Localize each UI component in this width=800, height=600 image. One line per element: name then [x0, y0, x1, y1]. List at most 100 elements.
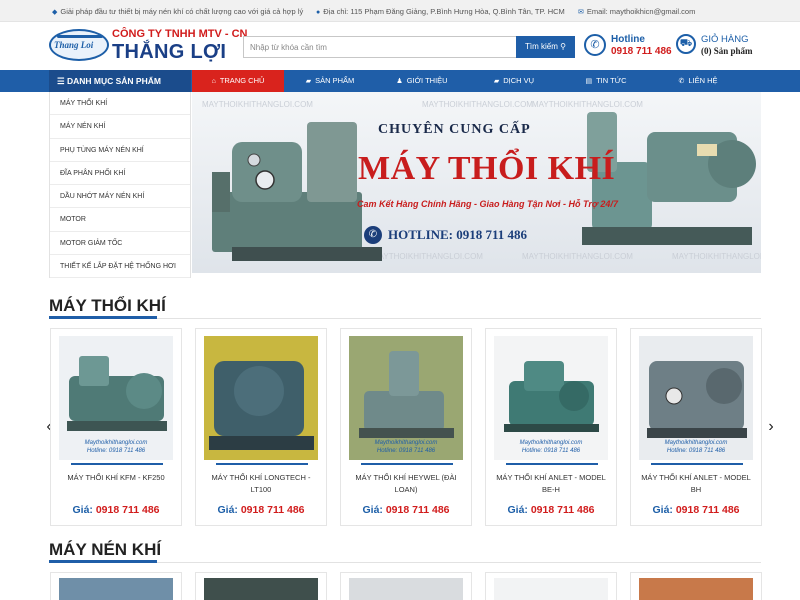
product-card[interactable]: Maythoikhithangloi.com Hotline: 0918 711… [50, 328, 182, 526]
product-image[interactable]: Maythoikhithangloi.com Hotline: 0918 711… [494, 336, 608, 460]
left-blower-illustration [212, 122, 382, 261]
site-header: Thang Loi CÔNG TY TNHH MTV - CN THẮNG LỢ… [0, 22, 800, 70]
image-watermark: Maythoikhithangloi.com [519, 440, 583, 446]
price-label: Giá: [217, 504, 238, 516]
top-info-bar: ◆ Giải pháp đầu tư thiết bị máy nén khí c… [0, 0, 800, 22]
search-input[interactable] [243, 36, 517, 58]
email[interactable]: ✉ Email: maythoikhicn@gmail.com [578, 7, 695, 16]
product-card[interactable] [340, 572, 472, 600]
company-name[interactable]: THẮNG LỢI [112, 41, 226, 64]
cart-label[interactable]: GIỎ HÀNG [701, 34, 749, 45]
product-card[interactable]: Maythoikhithangloi.com Hotline: 0918 711… [485, 328, 617, 526]
product-image[interactable]: Maythoikhithangloi.com Hotline: 0918 711… [349, 336, 463, 460]
truck-icon: ▰ [305, 78, 312, 85]
product-image[interactable] [204, 578, 318, 600]
product-name[interactable]: MÁY THỔI KHÍ ANLET - MODEL BE-H [486, 472, 616, 496]
nav-home-label: TRANG CHỦ [219, 76, 265, 85]
phone-icon: ✆ [678, 78, 685, 85]
search-button[interactable]: Tìm kiếm ⚲ [516, 36, 575, 58]
banner-tagline: Cam Kết Hàng Chính Hãng - Giao Hàng Tận … [357, 199, 618, 209]
email-text[interactable]: Email: maythoikhicn@gmail.com [587, 7, 695, 16]
nav-home[interactable]: ⌂ TRANG CHỦ [192, 70, 284, 92]
sidebar-item-dau-nhot[interactable]: DẦU NHỚT MÁY NÉN KHÍ [50, 185, 190, 209]
nav-services-label: DỊCH VỤ [503, 76, 535, 85]
section-underline [49, 316, 157, 319]
category-menu-toggle[interactable]: ☰ DANH MỤC SẢN PHẨM [49, 70, 191, 92]
image-watermark: Maythoikhithangloi.com [374, 440, 438, 446]
sidebar-item-dia-phan-phoi[interactable]: ĐĨA PHÂN PHỐI KHÍ [50, 162, 190, 186]
image-watermark: Maythoikhithangloi.com [84, 440, 148, 446]
info-icon: ◆ [52, 9, 58, 16]
hero-banner[interactable]: MAYTHOIKHITHANGLOI.COM MAYTHOIKHITHANGLO… [192, 92, 761, 273]
product-card[interactable] [50, 572, 182, 600]
main-nav: ☰ DANH MỤC SẢN PHẨM ⌂ TRANG CHỦ ▰ SẢN PHẨM… [0, 70, 800, 92]
product-card[interactable]: Maythoikhithangloi.com Hotline: 0918 711… [630, 328, 762, 526]
hotline-number[interactable]: 0918 711 486 [611, 46, 672, 57]
sidebar-item-may-nen-khi[interactable]: MÁY NÉN KHÍ [50, 115, 190, 139]
image-watermark-phone: Hotline: 0918 711 486 [521, 448, 581, 454]
nav-news[interactable]: ▤ TIN TỨC [560, 70, 652, 92]
product-price: Giá: 0918 711 486 [196, 504, 326, 516]
nav-contact-label: LIÊN HỆ [688, 76, 718, 85]
product-image[interactable] [59, 578, 173, 600]
product-card[interactable]: Maythoikhithangloi.com Hotline: 0918 711… [340, 328, 472, 526]
product-card[interactable]: MÁY THỔI KHÍ LONGTECH - LT100 Giá: 0918 … [195, 328, 327, 526]
product-price: Giá: 0918 711 486 [341, 504, 471, 516]
product-image[interactable]: Maythoikhithangloi.com Hotline: 0918 711… [639, 336, 753, 460]
hotline-label: Hotline [611, 34, 645, 45]
price-value: 0918 711 486 [385, 504, 450, 516]
section-title-may-thoi-khi[interactable]: MÁY THỔI KHÍ [49, 296, 166, 316]
price-value: 0918 711 486 [240, 504, 305, 516]
sidebar-item-motor-giam-toc[interactable]: MOTOR GIẢM TỐC [50, 232, 190, 256]
price-label: Giá: [362, 504, 383, 516]
carousel-next-icon[interactable]: › [765, 418, 777, 436]
price-label: Giá: [72, 504, 93, 516]
nav-products[interactable]: ▰ SẢN PHẨM [284, 70, 376, 92]
card-divider [71, 463, 163, 465]
newspaper-icon: ▤ [585, 78, 593, 85]
banner-supply-text: CHUYÊN CUNG CẤP [378, 122, 531, 137]
nav-about[interactable]: ♟ GIỚI THIỆU [376, 70, 468, 92]
product-image[interactable] [494, 578, 608, 600]
card-divider [651, 463, 743, 465]
product-name[interactable]: MÁY THỔI KHÍ LONGTECH - LT100 [196, 472, 326, 496]
search-icon: ⚲ [560, 42, 566, 51]
truck-icon: ▰ [493, 78, 500, 85]
cart-icon[interactable]: ⛟ [676, 34, 696, 54]
sidebar-item-thiet-ke[interactable]: THIẾT KẾ LẮP ĐẶT HỆ THỐNG HƠI [50, 255, 190, 279]
product-image[interactable] [204, 336, 318, 460]
sidebar-item-may-thoi-khi[interactable]: MÁY THỔI KHÍ [50, 92, 190, 116]
mail-icon: ✉ [578, 9, 584, 16]
map-pin-icon: ● [316, 9, 321, 16]
image-watermark-phone: Hotline: 0918 711 486 [666, 448, 726, 454]
nav-services[interactable]: ▰ DỊCH VỤ [468, 70, 560, 92]
cart-count[interactable]: (0) Sản phẩm [701, 46, 753, 56]
card-divider [361, 463, 453, 465]
image-watermark: Maythoikhithangloi.com [664, 440, 728, 446]
image-watermark-phone: Hotline: 0918 711 486 [376, 448, 436, 454]
category-sidebar: MÁY THỔI KHÍ MÁY NÉN KHÍ PHỤ TÙNG MÁY NÉ… [49, 92, 191, 279]
sidebar-item-motor[interactable]: MOTOR [50, 208, 190, 232]
product-price: Giá: 0918 711 486 [51, 504, 181, 516]
product-card[interactable] [485, 572, 617, 600]
card-divider [506, 463, 598, 465]
card-divider [216, 463, 308, 465]
product-card[interactable] [630, 572, 762, 600]
product-image[interactable] [349, 578, 463, 600]
blower-illustration [204, 336, 318, 460]
company-type: CÔNG TY TNHH MTV - CN [112, 28, 248, 40]
search-button-label: Tìm kiếm [525, 42, 558, 51]
product-name[interactable]: MÁY THỔI KHÍ KFM - KF250 [51, 472, 181, 484]
category-menu-label: DANH MỤC SẢN PHẨM [66, 76, 161, 86]
company-logo[interactable]: Thang Loi [49, 29, 109, 61]
product-card[interactable] [195, 572, 327, 600]
sidebar-item-phu-tung[interactable]: PHỤ TÙNG MÁY NÉN KHÍ [50, 139, 190, 162]
product-image[interactable] [639, 578, 753, 600]
section-title-may-nen-khi[interactable]: MÁY NÉN KHÍ [49, 540, 161, 560]
users-icon: ♟ [396, 78, 403, 85]
nav-contact[interactable]: ✆ LIÊN HỆ [652, 70, 744, 92]
product-image[interactable]: Maythoikhithangloi.com Hotline: 0918 711… [59, 336, 173, 460]
address-text: Địa chỉ: 115 Phạm Đăng Giảng, P.Bình Hưn… [323, 7, 565, 16]
product-name[interactable]: MÁY THỔI KHÍ HEYWEL (ĐÀI LOAN) [341, 472, 471, 496]
product-name[interactable]: MÁY THỔI KHÍ ANLET - MODEL BH [631, 472, 761, 496]
